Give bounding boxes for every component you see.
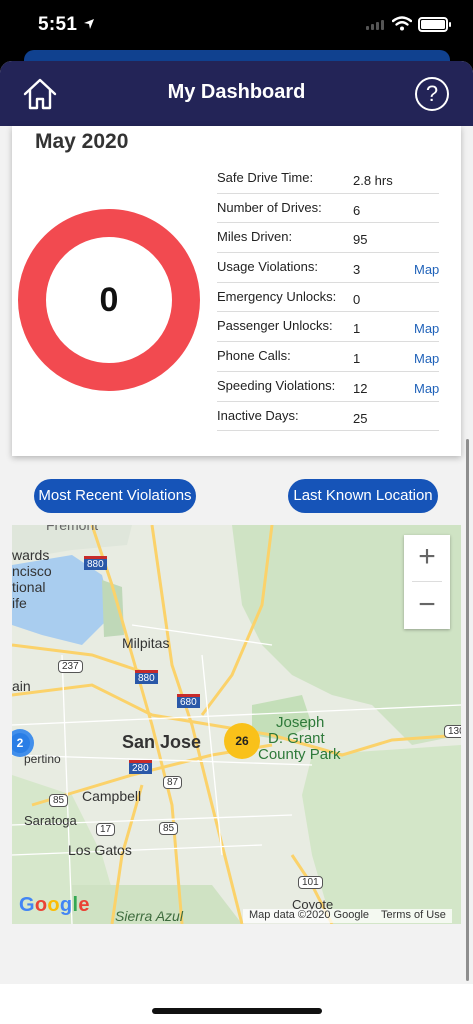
monthly-summary-card: May 2020 0 Safe Drive Time: 2.8 hrs Numbe… [12, 126, 461, 456]
page-title: My Dashboard [167, 81, 306, 103]
stat-row-usage-violations: Usage Violations: 3 Map [217, 253, 439, 283]
bottom-area [0, 984, 473, 1024]
wifi-icon [392, 16, 412, 31]
zoom-controls: + − [404, 535, 450, 629]
status-bar: 5:51 [0, 0, 473, 50]
stat-row-phone-calls: Phone Calls: 1 Map [217, 342, 439, 372]
map-label-los-gatos: Los Gatos [68, 842, 132, 858]
usage-violations-map-link[interactable]: Map [414, 262, 439, 277]
zoom-in-button[interactable]: + [404, 535, 450, 581]
dashboard-screen: My Dashboard ? May 2020 0 Safe Drive Tim… [0, 61, 473, 1024]
stat-row-emergency-unlocks: Emergency Unlocks: 0 [217, 283, 439, 313]
shield-i680: 680 [177, 694, 200, 708]
map-label-fremont: Fremont [46, 525, 99, 533]
map-label-park-line-2: D. Grant [268, 730, 325, 747]
shield-r237: 237 [58, 660, 83, 673]
score-value: 0 [99, 281, 119, 319]
speeding-violations-map-link[interactable]: Map [414, 381, 439, 396]
map-label-cupertino: pertino [24, 752, 61, 766]
shield-r130: 130 [444, 725, 461, 738]
stat-row-miles-driven: Miles Driven: 95 [217, 223, 439, 254]
navigation-bar: My Dashboard ? [0, 61, 473, 126]
passenger-unlocks-map-link[interactable]: Map [414, 321, 439, 336]
vertical-scrollbar[interactable] [466, 439, 469, 981]
map-label-milpitas: Milpitas [122, 635, 170, 651]
shield-r87: 87 [163, 776, 183, 789]
shield-i280: 280 [129, 760, 152, 774]
shield-r85a: 85 [49, 794, 69, 807]
map-label-life: ife [12, 595, 27, 611]
shield-r17: 17 [96, 823, 116, 836]
stat-row-passenger-unlocks: Passenger Unlocks: 1 Map [217, 312, 439, 343]
zoom-divider [412, 581, 442, 582]
violation-cluster-marker-large[interactable]: 26 [224, 723, 260, 759]
map-label-sierra-azul: Sierra Azul [115, 908, 183, 924]
stat-row-speeding-violations: Speeding Violations: 12 Map [217, 372, 439, 402]
shield-i880-top: 880 [84, 556, 107, 570]
google-logo: Google [19, 894, 90, 916]
help-button[interactable]: ? [415, 77, 449, 111]
cellular-signal-icon [366, 20, 384, 30]
map-view[interactable]: Fremont wards ncisco tional ife Milpitas… [12, 525, 461, 924]
map-label-national: tional [12, 579, 46, 595]
most-recent-violations-button[interactable]: Most Recent Violations [34, 479, 196, 513]
shield-r85b: 85 [159, 822, 179, 835]
map-label-saratoga: Saratoga [24, 813, 77, 828]
battery-icon [418, 17, 451, 32]
map-label-park-line-3: County Park [258, 746, 341, 763]
summary-month: May 2020 [35, 130, 129, 153]
stat-row-safe-drive-time: Safe Drive Time: 2.8 hrs [217, 164, 439, 194]
stats-list: Safe Drive Time: 2.8 hrs Number of Drives… [217, 164, 439, 432]
map-label-campbell: Campbell [82, 788, 142, 804]
location-arrow-icon [84, 19, 94, 29]
stat-row-inactive-days: Inactive Days: 25 [217, 402, 439, 432]
shield-i880-mid: 880 [135, 670, 158, 684]
map-label-francisco: ncisco [12, 563, 52, 579]
stat-row-number-of-drives: Number of Drives: 6 [217, 194, 439, 224]
map-attribution: Map data ©2020 Google Terms of Use [243, 909, 452, 923]
zoom-out-button[interactable]: − [404, 583, 450, 629]
home-indicator[interactable] [152, 1008, 322, 1014]
terms-of-use-link[interactable]: Terms of Use [381, 909, 446, 921]
map-data-credit: Map data ©2020 Google [249, 909, 370, 921]
shield-r101: 101 [298, 876, 323, 889]
map-label-edwards: wards [12, 547, 50, 563]
phone-calls-map-link[interactable]: Map [414, 351, 439, 366]
map-label-alum: ain [12, 678, 31, 694]
status-time: 5:51 [38, 14, 78, 35]
last-known-location-button[interactable]: Last Known Location [288, 479, 438, 513]
map-label-park-line-1: Joseph [276, 714, 325, 731]
map-label-san-jose: San Jose [122, 732, 202, 752]
score-donut: 0 [18, 209, 200, 391]
